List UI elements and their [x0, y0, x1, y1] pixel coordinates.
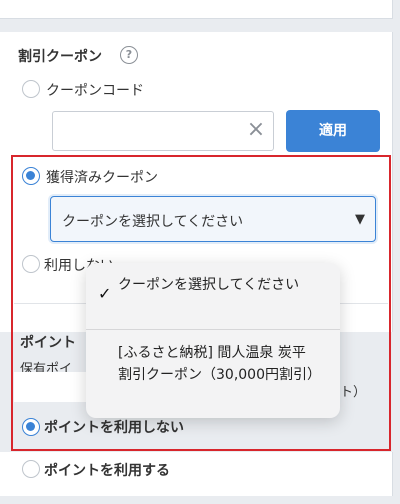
acquired-coupon-radio[interactable]	[22, 167, 40, 185]
clear-icon[interactable]: ×	[244, 118, 268, 142]
points-unit-suffix: ト）	[340, 385, 367, 400]
coupon-code-label: クーポンコード	[46, 83, 144, 99]
coupon-select-value: クーポンを選択してください	[62, 214, 244, 230]
coupon-code-radio[interactable]	[22, 80, 40, 98]
use-points-label: ポイントを利用する	[44, 463, 170, 479]
use-points-radio[interactable]	[22, 460, 40, 478]
dropdown-option-placeholder[interactable]: ✓ クーポンを選択してください	[86, 263, 340, 329]
acquired-coupon-label: 獲得済みクーポン	[46, 170, 158, 186]
dropdown-option-label: クーポンを選択してください	[118, 277, 300, 293]
coupon-section-title: 割引クーポン	[18, 49, 102, 65]
checkmark-icon: ✓	[98, 284, 112, 303]
no-points-radio[interactable]	[22, 418, 40, 436]
no-points-label: ポイントを利用しない	[44, 420, 184, 436]
no-coupon-radio[interactable]	[22, 255, 40, 273]
points-section-title: ポイント	[20, 335, 76, 351]
help-icon[interactable]: ?	[120, 46, 138, 64]
previous-card	[0, 0, 393, 19]
dropdown-arrow-icon: ▼	[355, 212, 365, 227]
coupon-dropdown-menu: ✓ クーポンを選択してください [ふるさと納税] 間人温泉 炭平 割引クーポン（…	[86, 263, 340, 418]
apply-button[interactable]: 適用	[286, 110, 380, 152]
dropdown-option-coupon[interactable]: [ふるさと納税] 間人温泉 炭平 割引クーポン（30,000円割引）	[86, 330, 340, 418]
dropdown-option-label: [ふるさと納税] 間人温泉 炭平 割引クーポン（30,000円割引）	[118, 345, 321, 383]
coupon-code-input[interactable]	[52, 111, 274, 151]
